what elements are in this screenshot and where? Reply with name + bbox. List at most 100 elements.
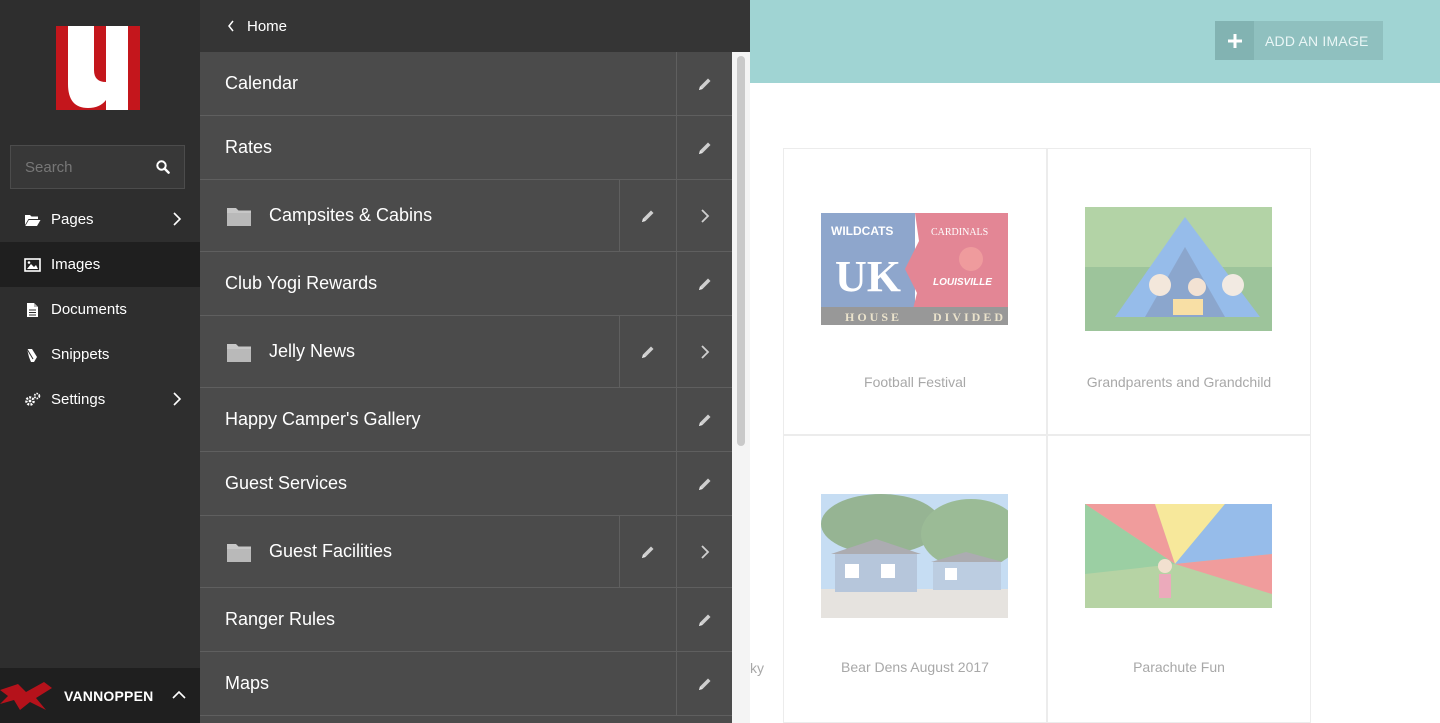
image-caption: Grandparents and Grandchild: [1086, 374, 1272, 390]
u-logo-icon: [56, 26, 140, 110]
page-row-label: Club Yogi Rewards: [225, 273, 378, 293]
pencil-icon: [698, 414, 710, 426]
image-tile[interactable]: Bear Dens August 2017: [783, 435, 1047, 723]
sidebar-item-label: Snippets: [51, 346, 110, 363]
folder-open-icon: [25, 214, 41, 226]
image-caption-partial: ky: [750, 660, 764, 676]
family-tent-image: [1085, 207, 1272, 331]
page-row-label: Jelly News: [269, 341, 356, 361]
sidebar-item-label: Images: [51, 256, 101, 273]
back-to-home-link[interactable]: Home: [247, 18, 287, 35]
add-image-label: ADD AN IMAGE: [1265, 32, 1369, 49]
pencil-icon: [698, 678, 710, 690]
scrollbar-thumb[interactable]: [737, 56, 745, 446]
pencil-icon: [642, 210, 654, 222]
brand-logo[interactable]: [56, 26, 140, 110]
image-caption: Football Festival: [864, 374, 966, 390]
sidebar-item-documents[interactable]: Documents: [0, 287, 200, 332]
panel-header[interactable]: Home: [200, 0, 750, 52]
folder-icon: [227, 343, 251, 362]
pencil-icon: [698, 478, 710, 490]
page-row[interactable]: Guest Services: [200, 452, 732, 516]
edit-page-button[interactable]: [619, 316, 676, 387]
thumb-text: WILDCATS: [831, 224, 893, 238]
pencil-icon: [698, 142, 710, 154]
edit-page-button[interactable]: [676, 588, 732, 651]
page-list: Calendar Rates Campsites & Cabins Club Yogi…: [200, 52, 732, 716]
image-thumbnail: [1085, 504, 1272, 608]
page-row-label: Calendar: [225, 73, 299, 93]
folder-icon: [227, 207, 251, 226]
image-thumbnail: WILDCATS UK CARDINALS LOUISVILLE HOUSE D…: [821, 213, 1008, 325]
pencil-icon: [698, 614, 710, 626]
thumb-text: HOUSE: [845, 310, 902, 324]
chevron-right-icon: [700, 344, 709, 359]
page-row-label: Campsites & Cabins: [269, 205, 433, 225]
parachute-image: [1085, 504, 1272, 608]
image-caption: Bear Dens August 2017: [841, 659, 989, 675]
thumb-text: DIVIDED: [933, 310, 1006, 324]
image-icon: [24, 257, 41, 272]
sidebar-item-label: Pages: [51, 211, 94, 228]
sidebar-nav: Pages Images Documents Snippets Settings: [0, 197, 200, 422]
page-row[interactable]: Rates: [200, 116, 732, 180]
user-menu[interactable]: VANNOPPEN: [0, 668, 200, 723]
snippet-icon: [26, 348, 37, 362]
document-icon: [27, 302, 38, 317]
edit-page-button[interactable]: [676, 452, 732, 515]
add-image-button[interactable]: ADD AN IMAGE: [1215, 21, 1383, 60]
edit-page-button[interactable]: [676, 652, 732, 715]
edit-page-button[interactable]: [619, 180, 676, 251]
pencil-icon: [698, 78, 710, 90]
user-logo-icon: [0, 681, 52, 710]
plus-icon: [1215, 21, 1254, 60]
edit-page-button[interactable]: [619, 516, 676, 587]
search-icon[interactable]: [156, 160, 170, 174]
page-row-label: Guest Services: [225, 473, 348, 493]
main-content: ADD AN IMAGE WILDCATS UK CARDINALS LOUIS…: [750, 0, 1440, 723]
sidebar-item-pages[interactable]: Pages: [0, 197, 200, 242]
image-tile[interactable]: Grandparents and Grandchild: [1047, 148, 1311, 435]
chevron-right-icon: [700, 208, 709, 223]
page-row-label: Guest Facilities: [269, 541, 393, 561]
image-thumbnail: [821, 494, 1008, 618]
chevron-right-icon: [173, 392, 182, 406]
edit-page-button[interactable]: [676, 388, 732, 451]
edit-page-button[interactable]: [676, 252, 732, 315]
page-row[interactable]: Guest Facilities: [200, 516, 732, 588]
image-grid: WILDCATS UK CARDINALS LOUISVILLE HOUSE D…: [750, 148, 1311, 723]
thumb-text: CARDINALS: [931, 227, 988, 238]
image-thumbnail: [1085, 207, 1272, 331]
page-row[interactable]: Campsites & Cabins: [200, 180, 732, 252]
page-row[interactable]: Jelly News: [200, 316, 732, 388]
page-row-label: Maps: [225, 673, 270, 693]
top-bar: ADD AN IMAGE: [750, 0, 1440, 83]
football-banner-image: WILDCATS UK CARDINALS LOUISVILLE HOUSE D…: [821, 213, 1008, 325]
folder-icon: [227, 543, 251, 562]
page-row[interactable]: Maps: [200, 652, 732, 716]
scrollbar[interactable]: [732, 52, 750, 723]
sidebar-item-settings[interactable]: Settings: [0, 377, 200, 422]
sidebar-item-snippets[interactable]: Snippets: [0, 332, 200, 377]
edit-page-button[interactable]: [676, 52, 732, 115]
page-row-label: Rates: [225, 137, 273, 157]
page-row[interactable]: Club Yogi Rewards: [200, 252, 732, 316]
pencil-icon: [642, 346, 654, 358]
pencil-icon: [698, 278, 710, 290]
edit-page-button[interactable]: [676, 116, 732, 179]
chevron-left-icon[interactable]: [227, 20, 235, 32]
pencil-icon: [642, 546, 654, 558]
image-tile[interactable]: Parachute Fun: [1047, 435, 1311, 723]
page-row[interactable]: Ranger Rules: [200, 588, 732, 652]
expand-folder-button[interactable]: [676, 316, 732, 387]
search-input[interactable]: [25, 146, 150, 188]
expand-folder-button[interactable]: [676, 180, 732, 251]
thumb-text: LOUISVILLE: [933, 277, 992, 288]
page-row[interactable]: Happy Camper's Gallery: [200, 388, 732, 452]
chevron-up-icon[interactable]: [172, 690, 186, 700]
expand-folder-button[interactable]: [676, 516, 732, 587]
sidebar-item-images[interactable]: Images: [0, 242, 200, 287]
page-row[interactable]: Calendar: [200, 52, 732, 116]
image-tile[interactable]: WILDCATS UK CARDINALS LOUISVILLE HOUSE D…: [783, 148, 1047, 435]
page-row-label: Ranger Rules: [225, 609, 336, 629]
